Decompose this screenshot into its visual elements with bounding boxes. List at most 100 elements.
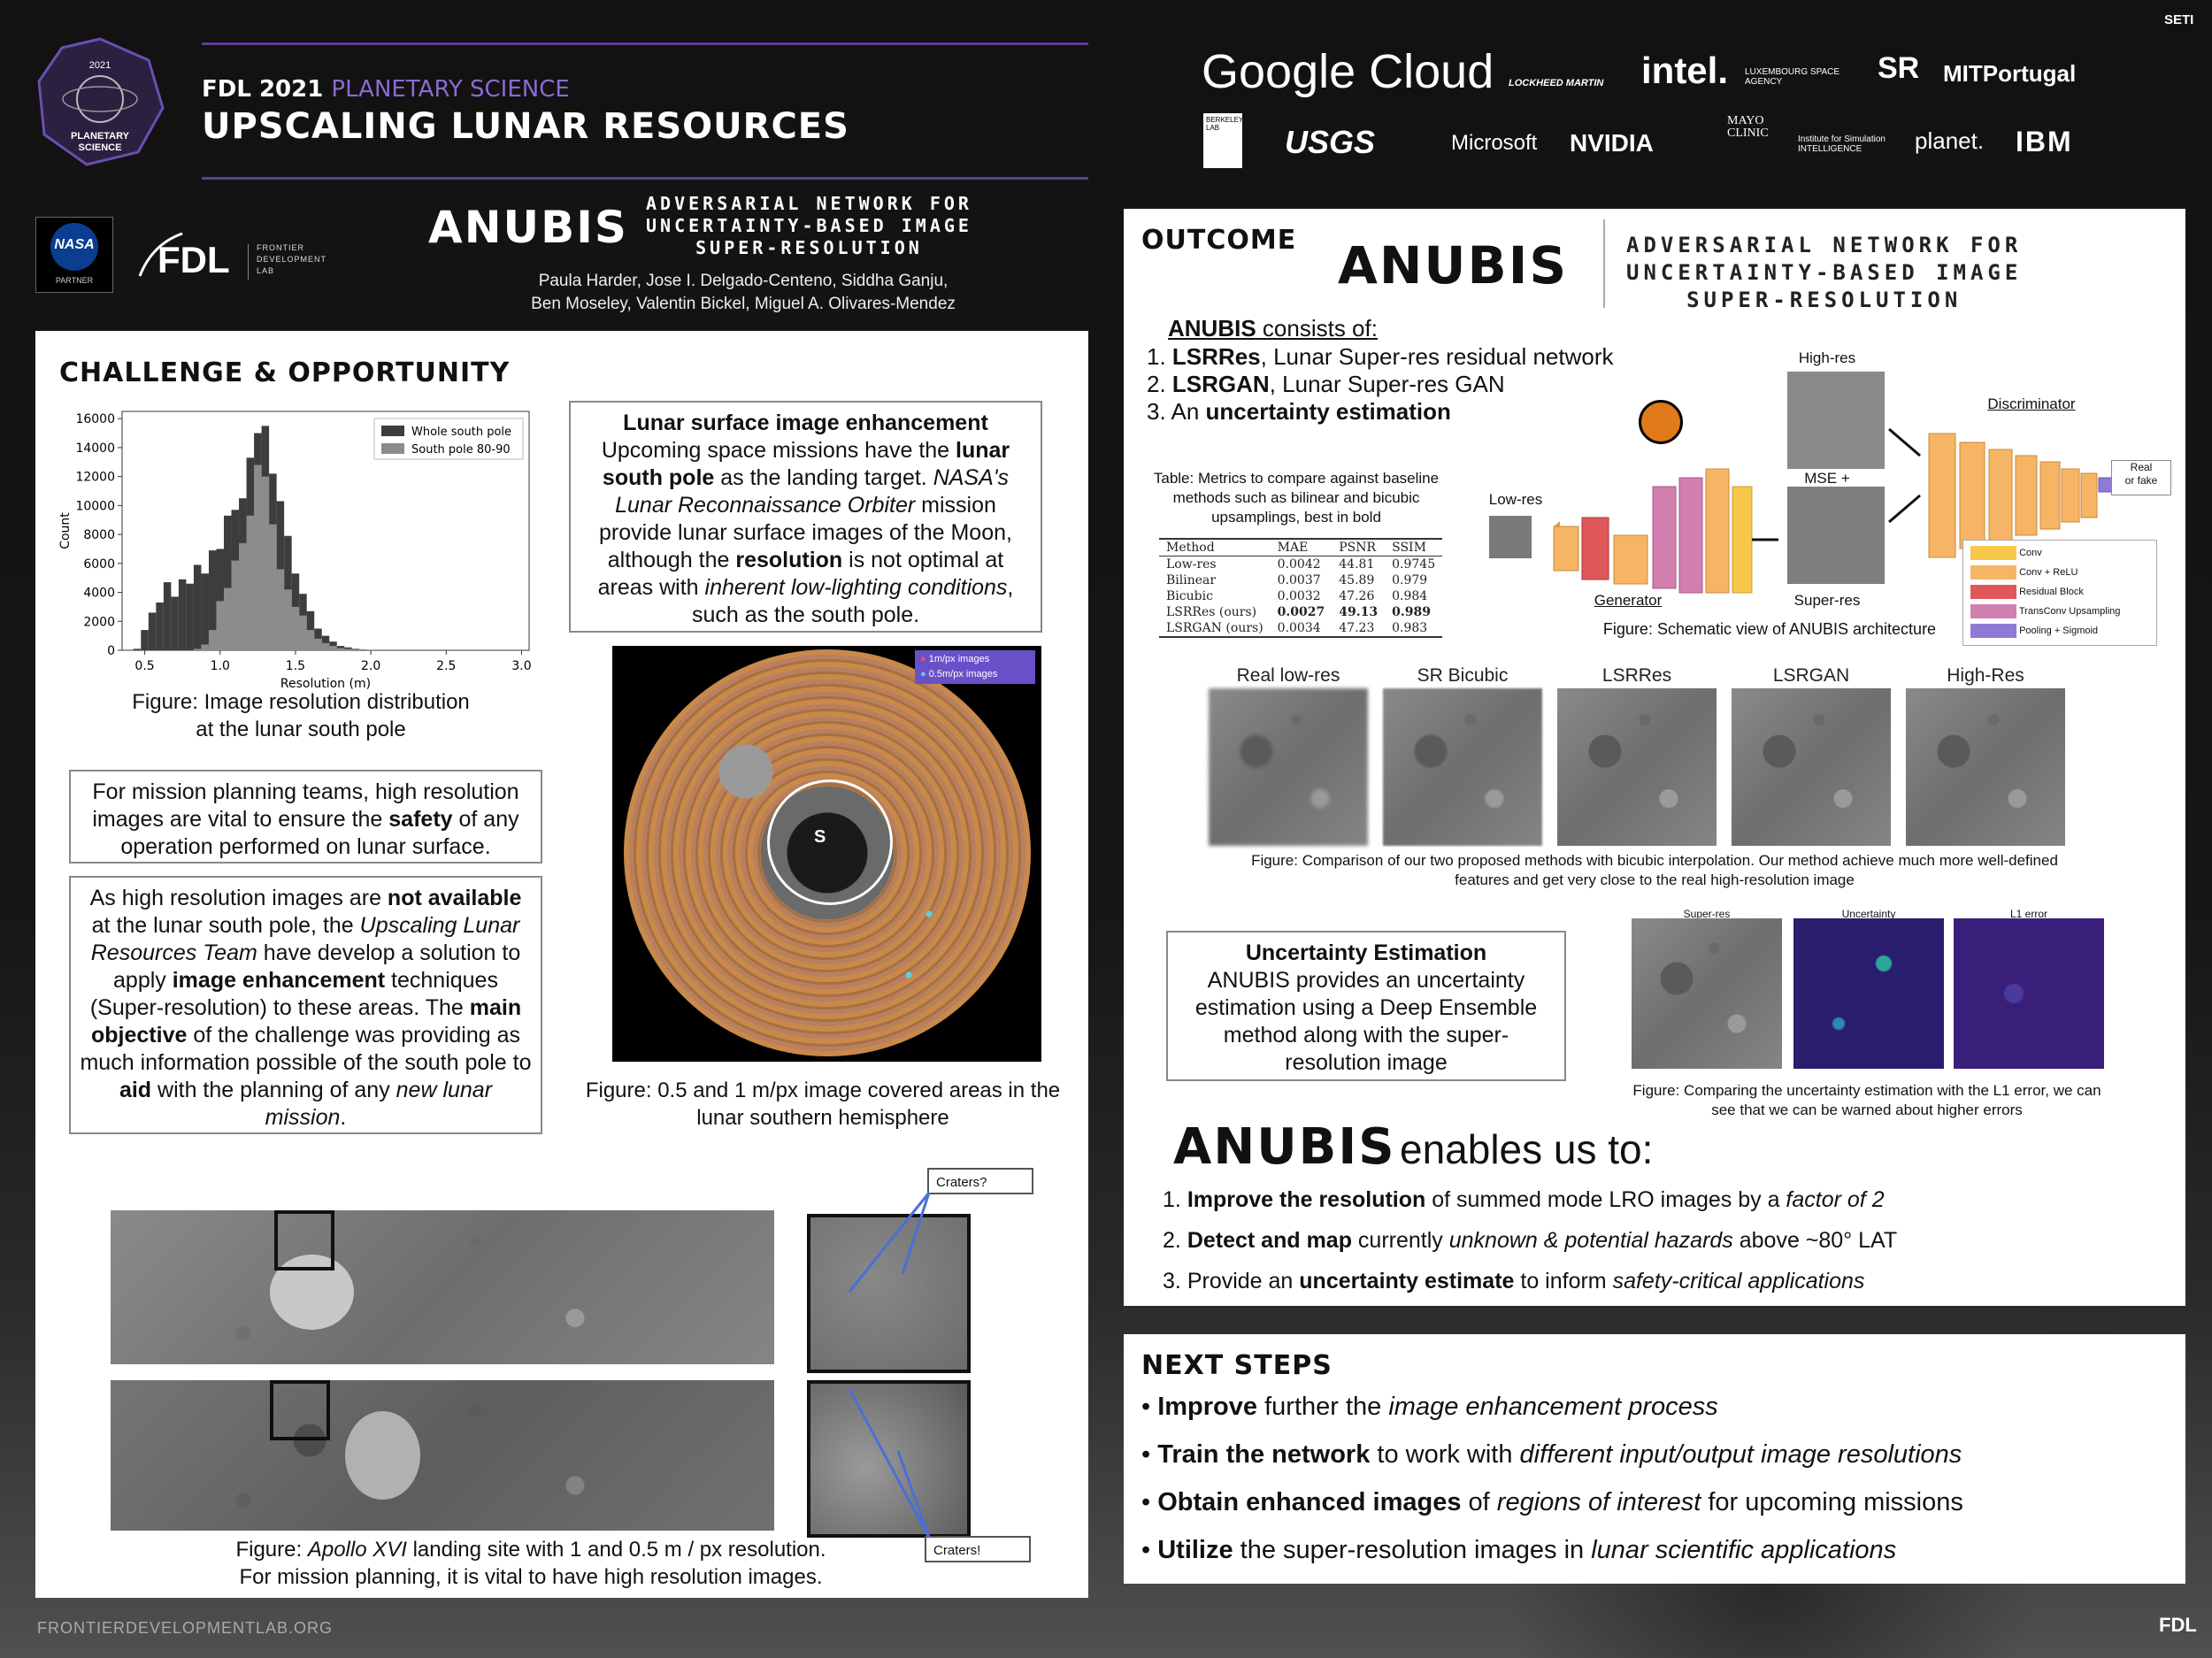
anubis-icon: [1639, 400, 1683, 444]
badge-year: 2021: [88, 60, 111, 71]
arch-superres-label: Super-res: [1793, 592, 1861, 609]
histogram-bar: [306, 630, 315, 650]
histogram-bar: [269, 524, 277, 650]
nasa-wordmark: NASA: [54, 237, 95, 252]
fdl-sub: FRONTIER DEVELOPMENT LAB: [257, 243, 327, 275]
legend-swatch: [1970, 624, 2016, 638]
footer-url[interactable]: FRONTIERDEVELOPMENTLAB.ORG: [37, 1619, 333, 1638]
callout-arrows: [848, 1192, 931, 1539]
table-caption: Table: Metrics to compare against baseli…: [1153, 470, 1440, 526]
histogram-bar: [141, 630, 149, 650]
comparison-label: LSRRes: [1601, 665, 1672, 686]
enables-item-3: 3. Provide an uncertainty estimate to in…: [1163, 1269, 1865, 1293]
poster-title: UPSCALING LUNAR RESOURCES: [202, 106, 849, 147]
histogram-bar: [178, 579, 187, 650]
outcome-anubis-tagline: ADVERSARIAL NETWORK FOR UNCERTAINTY-BASE…: [1626, 233, 2023, 312]
arch-caption: Figure: Schematic view of ANUBIS archite…: [1602, 620, 1937, 638]
nasa-logo: NASA PARTNER: [35, 217, 113, 293]
x-tick-label: 2.0: [361, 659, 380, 673]
legend-swatch: [381, 443, 404, 454]
highres-thumb: [1787, 372, 1885, 469]
footer-fdl: FDL: [2159, 1614, 2197, 1636]
superres-thumb: [1787, 487, 1885, 584]
table-row: LSRGAN (ours) 0.0034 47.23 0.983: [1159, 620, 1443, 637]
partner-ibm: IBM: [2016, 126, 2073, 157]
fdl-wordmark: FDL: [157, 239, 230, 280]
x-tick-label: 1.0: [211, 659, 230, 673]
histogram-bar: [171, 596, 179, 650]
y-tick-label: 14000: [75, 441, 115, 456]
table-row: Bicubic 0.0032 47.26 0.984: [1166, 589, 1428, 603]
histogram-bar: [216, 601, 224, 650]
arch-discriminator-label: Discriminator: [1987, 395, 2076, 412]
partner-berkeley: BERKELEY LAB: [1203, 113, 1243, 168]
header-anubis-tagline: ADVERSARIAL NETWORK FOR UNCERTAINTY-BASE…: [646, 193, 972, 258]
header-anubis-logo: ANUBIS: [428, 202, 628, 253]
histogram-bar: [276, 569, 285, 650]
histogram-bar: [208, 630, 217, 650]
y-tick-label: 0: [107, 644, 115, 658]
partner-lockheed: LOCKHEED MARTIN: [1509, 78, 1604, 88]
x-tick-label: 2.5: [436, 659, 456, 673]
map-caption: Figure: 0.5 and 1 m/px image covered are…: [585, 1078, 1061, 1130]
arch-legend: Conv Conv + ReLU Residual Block TransCon…: [1962, 540, 2157, 646]
apollo-box-2: [270, 1380, 330, 1440]
map-marker: S: [814, 827, 826, 847]
histogram-bar: [336, 648, 345, 650]
outcome-anubis-logo: ANUBIS: [1338, 235, 1569, 296]
authors: Paula Harder, Jose I. Delgado-Centeno, S…: [531, 272, 956, 313]
y-tick-label: 10000: [75, 499, 115, 513]
apollo-caption: Figure: Apollo XVI landing site with 1 a…: [235, 1538, 826, 1589]
comparison-image: [1557, 688, 1717, 846]
program-accent: PLANETARY SCIENCE: [331, 76, 570, 103]
program-line: FDL 2021 PLANETARY SCIENCE: [202, 76, 570, 103]
histogram-bar: [231, 560, 240, 650]
badge-line1: PLANETARY: [71, 131, 129, 142]
x-tick-label: 3.0: [511, 659, 531, 673]
unc-uncertainty-img: [1793, 918, 1944, 1069]
histogram-bar: [201, 644, 209, 650]
enhancement-box: Lunar surface image enhancement Upcoming…: [569, 401, 1042, 633]
metrics-table: Method MAE PSNR SSIM Low-res 0.0042 44.81 0…: [1159, 538, 1443, 638]
partner-simulation: Institute for Simulation INTELLIGENCE: [1798, 134, 1886, 154]
partner-luxembourg: LUXEMBOURG SPACE AGENCY: [1745, 67, 1840, 87]
next-step-3: • Obtain enhanced images of regions of i…: [1141, 1488, 1963, 1516]
enables-item-1: 1. Improve the resolution of summed mode…: [1163, 1187, 1885, 1212]
x-tick-label: 0.5: [134, 659, 154, 673]
histogram-caption: Figure: Image resolution distribution at…: [132, 690, 470, 741]
resolution-histogram: 0 2000 4000 6000 8000 10000 12000 14000 16000 0.5…: [58, 411, 532, 691]
y-tick-label: 2000: [83, 615, 115, 629]
histogram-bar: [314, 638, 322, 650]
fdl-logo: FDL FRONTIER DEVELOPMENT LAB: [133, 228, 326, 286]
comparison-label: LSRGAN: [1772, 665, 1850, 686]
apollo-box-1: [274, 1210, 334, 1270]
legend-swatch: [1970, 585, 2016, 599]
table-row: Low-res 0.0042 44.81 0.9745: [1166, 557, 1436, 572]
solution-box: As high resolution images are not availa…: [69, 876, 542, 1134]
arch-highres-label: High-res: [1798, 349, 1856, 366]
histogram-bar: [351, 649, 360, 650]
histogram-bar: [133, 649, 142, 650]
program-label: FDL 2021: [202, 76, 324, 103]
histogram-bar: [224, 587, 232, 650]
partner-usgs: USGS: [1285, 124, 1376, 160]
nasa-partner: PARTNER: [55, 276, 94, 285]
histogram-bar: [163, 582, 172, 650]
unc-l1-img: [1954, 918, 2104, 1069]
map-legend: ● 1m/px images ● 0.5m/px images: [915, 650, 1035, 684]
comparison-image: [1732, 688, 1891, 846]
arch-real-fake: Real or fake: [2111, 460, 2171, 495]
lowres-thumb: [1489, 516, 1532, 558]
histogram-bar: [193, 649, 202, 650]
outcome-title: OUTCOME: [1141, 225, 1297, 256]
y-tick-label: 16000: [75, 412, 115, 426]
histogram-bar: [299, 615, 307, 650]
partner-planet: planet.: [1915, 127, 1985, 154]
comparison-caption: Figure: Comparison of our two proposed m…: [1251, 852, 2058, 888]
histogram-bar: [254, 464, 262, 650]
uncertainty-box: Uncertainty Estimation ANUBIS provides a…: [1166, 931, 1566, 1081]
histogram-bar: [201, 573, 209, 650]
header-rule-bottom: [202, 177, 1088, 180]
legend-label: Whole south pole: [411, 426, 511, 439]
histogram-bar: [344, 649, 352, 650]
